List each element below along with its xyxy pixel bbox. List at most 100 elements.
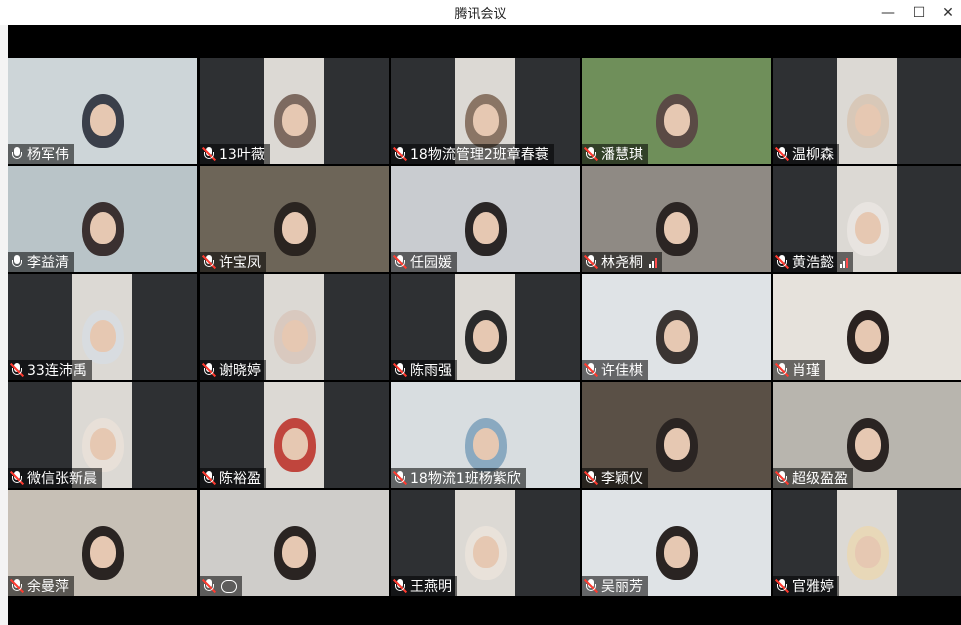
participant-face [282,536,308,568]
signal-strength-icon [649,256,657,268]
participant-tile[interactable]: 潘慧琪 [582,58,771,164]
participant-name-tag: 王燕明 [391,576,457,596]
participant-name: 任园媛 [410,255,452,271]
participant-name: 许佳棋 [601,363,643,379]
chat-bubble-icon [221,579,237,593]
participant-tile[interactable]: 13叶薇 [200,58,389,164]
participant-face [90,320,116,352]
top-toolbar-area [8,25,961,58]
participant-tile[interactable]: 18物流管理2班章春蓑 [391,58,580,164]
participant-tile[interactable]: 许佳棋 [582,274,771,380]
participant-face [855,428,881,460]
participant-name-tag [200,576,242,596]
mic-muted-icon [9,470,25,486]
participant-name: 33连沛禹 [27,363,87,379]
participant-name: 谢晓婷 [219,363,261,379]
participant-name-tag: 肖瑾 [773,360,825,380]
participant-tile[interactable]: 李颖仪 [582,382,771,488]
participant-tile[interactable] [200,490,389,596]
participant-name-tag: 杨军伟 [8,144,74,164]
participant-name-tag: 李颖仪 [582,468,648,488]
participant-face [282,104,308,136]
mic-icon [10,146,24,162]
mic-muted-icon [392,254,408,270]
minimize-icon[interactable]: — [872,0,904,25]
participant-tile[interactable]: 官雅婷 [773,490,961,596]
participant-name: 李颖仪 [601,471,643,487]
participant-name: 18物流1班杨紫欣 [410,471,521,487]
participant-tile[interactable]: 肖瑾 [773,274,961,380]
participant-face [473,212,499,244]
participant-face [855,536,881,568]
participant-name: 陈裕盈 [219,471,261,487]
participant-face [664,212,690,244]
participant-name: 18物流管理2班章春蓑 [410,147,549,163]
mic-muted-icon [583,470,599,486]
participant-face [664,320,690,352]
participant-name-tag: 谢晓婷 [200,360,266,380]
participant-tile[interactable]: 33连沛禹 [8,274,197,380]
participant-name: 杨军伟 [27,147,69,163]
participant-name-tag: 吴丽芳 [582,576,648,596]
participant-tile[interactable]: 温柳森 [773,58,961,164]
participant-name: 陈雨强 [410,363,452,379]
participant-name: 微信张新晨 [27,471,97,487]
participant-name-tag: 李益清 [8,252,74,272]
participant-name-tag: 陈雨强 [391,360,457,380]
participant-name: 超级盈盈 [792,471,848,487]
participant-tile[interactable]: 李益清 [8,166,197,272]
participant-name-tag: 陈裕盈 [200,468,266,488]
participant-face [473,104,499,136]
close-icon[interactable]: ✕ [932,0,961,25]
participant-tile[interactable]: 吴丽芳 [582,490,771,596]
participant-name: 官雅婷 [792,579,834,595]
mic-icon [10,254,24,270]
participant-tile[interactable]: 陈雨强 [391,274,580,380]
participant-tile[interactable]: 林尧桐 [582,166,771,272]
participant-face [473,536,499,568]
participant-tile[interactable]: 杨军伟 [8,58,197,164]
participant-face [90,536,116,568]
participant-tile[interactable]: 微信张新晨 [8,382,197,488]
participant-tile[interactable]: 许宝凤 [200,166,389,272]
mic-muted-icon [583,578,599,594]
mic-muted-icon [774,254,790,270]
mic-muted-icon [583,254,599,270]
participant-tile[interactable]: 王燕明 [391,490,580,596]
participant-face [664,536,690,568]
participant-face [282,428,308,460]
participant-name: 黄浩懿 [792,255,834,271]
mic-muted-icon [392,470,408,486]
participant-face [855,212,881,244]
participant-tile[interactable]: 任园媛 [391,166,580,272]
participant-name: 余曼萍 [27,579,69,595]
signal-strength-icon [840,256,848,268]
participant-tile[interactable]: 余曼萍 [8,490,197,596]
participant-tile[interactable]: 超级盈盈 [773,382,961,488]
participant-name: 许宝凤 [219,255,261,271]
mic-muted-icon [392,362,408,378]
participant-face [664,104,690,136]
maximize-icon[interactable]: ☐ [903,0,935,25]
participant-name-tag: 超级盈盈 [773,468,853,488]
participant-face [473,428,499,460]
participant-name-tag: 潘慧琪 [582,144,648,164]
mic-muted-icon [774,362,790,378]
participant-name-tag: 任园媛 [391,252,457,272]
participant-face [855,104,881,136]
mic-muted-icon [774,470,790,486]
mic-muted-icon [201,146,217,162]
participant-tile[interactable]: 18物流1班杨紫欣 [391,382,580,488]
participant-face [473,320,499,352]
participant-tile[interactable]: 谢晓婷 [200,274,389,380]
participant-tile[interactable]: 黄浩懿 [773,166,961,272]
window-title: 腾讯会议 [454,7,507,22]
participant-tile[interactable]: 陈裕盈 [200,382,389,488]
participant-name-tag: 温柳森 [773,144,839,164]
participant-face [282,212,308,244]
participant-name-tag: 18物流管理2班章春蓑 [391,144,554,164]
participant-name-tag: 13叶薇 [200,144,270,164]
participant-name: 吴丽芳 [601,579,643,595]
mic-muted-icon [774,146,790,162]
mic-muted-icon [201,362,217,378]
